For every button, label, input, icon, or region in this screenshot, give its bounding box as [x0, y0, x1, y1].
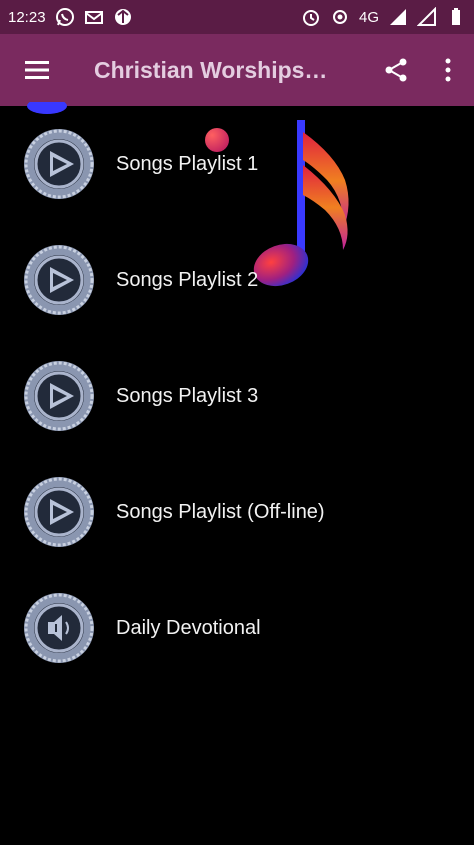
menu-item-label: Songs Playlist (Off-line) [116, 500, 325, 523]
status-bar-left: 12:23 [8, 7, 133, 27]
hamburger-menu-icon [25, 61, 49, 79]
menu-item-label: Daily Devotional [116, 616, 261, 639]
app-bar: Christian Worships… [0, 34, 474, 106]
battery-icon [446, 7, 466, 27]
status-time: 12:23 [8, 8, 46, 26]
alarm-icon [301, 7, 321, 27]
play-icon [22, 359, 96, 433]
signal-icon-2 [417, 7, 437, 27]
menu-item-label: Songs Playlist 1 [116, 152, 259, 175]
network-type: 4G [358, 8, 379, 26]
app-title: Christian Worships… [94, 56, 328, 83]
menu-item-playlist-offline[interactable]: Songs Playlist (Off-line) [0, 454, 474, 570]
more-options-button[interactable] [422, 34, 474, 106]
menu-item-playlist-3[interactable]: Songs Playlist 3 [0, 338, 474, 454]
speaker-icon [22, 591, 96, 665]
status-bar-right: 4G [301, 7, 466, 27]
play-icon [22, 127, 96, 201]
menu-item-playlist-1[interactable]: Songs Playlist 1 [0, 106, 474, 222]
menu-item-label: Songs Playlist 3 [116, 384, 259, 407]
menu-item-label: Songs Playlist 2 [116, 268, 259, 291]
whatsapp-icon [55, 7, 75, 27]
signal-icon [388, 7, 408, 27]
share-button[interactable] [370, 34, 422, 106]
more-vertical-icon [445, 58, 451, 82]
menu-button[interactable] [0, 34, 74, 106]
menu-item-daily-devotional[interactable]: Daily Devotional [0, 570, 474, 686]
app-screen: 12:23 4G Christian Worships… Songs Playl… [0, 0, 474, 845]
mail-icon [84, 7, 104, 27]
play-icon [22, 475, 96, 549]
hotspot-icon [330, 7, 350, 27]
status-bar: 12:23 4G [0, 0, 474, 34]
app-icon [113, 7, 133, 27]
share-icon [385, 58, 407, 82]
menu-item-playlist-2[interactable]: Songs Playlist 2 [0, 222, 474, 338]
play-icon [22, 243, 96, 317]
